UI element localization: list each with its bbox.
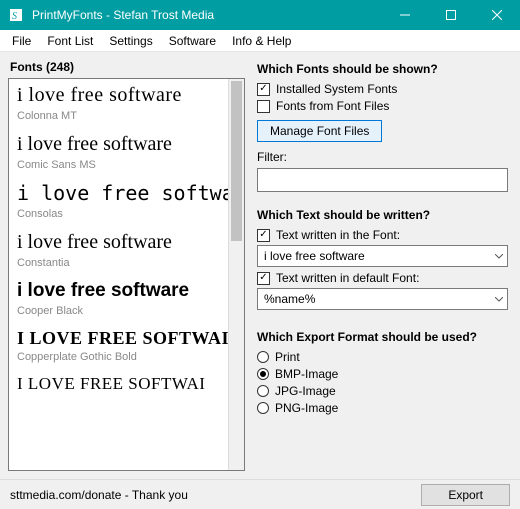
app-icon: S	[8, 7, 24, 23]
checkbox-text-in-font[interactable]	[257, 229, 270, 242]
font-sample-name: Colonna MT	[17, 110, 220, 122]
label-jpg: JPG-Image	[275, 384, 336, 398]
menu-file[interactable]: File	[4, 32, 39, 50]
font-sample-text: i love free software	[17, 279, 220, 303]
label-png: PNG-Image	[275, 401, 338, 415]
font-sample-name: Cooper Black	[17, 305, 220, 317]
font-sample-text: i love free softwar	[17, 181, 220, 206]
minimize-button[interactable]	[382, 0, 428, 30]
chevron-down-icon	[495, 292, 503, 306]
label-text-in-font: Text written in the Font:	[276, 228, 400, 242]
font-sample-block[interactable]: i love free software Constantia	[17, 230, 220, 269]
status-bar: sttmedia.com/donate - Thank you Export	[0, 479, 520, 509]
filter-label: Filter:	[257, 150, 508, 164]
font-sample-name: Constantia	[17, 257, 220, 269]
left-pane: Fonts (248) i love free software Colonna …	[0, 52, 245, 479]
menu-info[interactable]: Info & Help	[224, 32, 299, 50]
font-sample-block[interactable]: I LOVE FREE SOFTWAICopperplate Gothic Bo…	[17, 327, 220, 364]
combo-text-in-font[interactable]: i love free software	[257, 245, 508, 267]
menubar: File Font List Settings Software Info & …	[0, 30, 520, 52]
font-sample-block[interactable]: i love free software Cooper Black	[17, 279, 220, 317]
fonts-count-heading: Fonts (248)	[8, 60, 245, 74]
combo-text-default-font[interactable]: %name%	[257, 288, 508, 310]
font-sample-block[interactable]: I LOVE FREE SOFTWAI	[17, 373, 220, 394]
label-font-files: Fonts from Font Files	[276, 99, 389, 113]
font-sample-text: i love free software	[17, 83, 220, 108]
font-sample-name: Copperplate Gothic Bold	[17, 351, 220, 363]
font-sample-text: i love free software	[17, 230, 220, 255]
checkbox-installed-fonts[interactable]	[257, 83, 270, 96]
text-heading: Which Text should be written?	[257, 208, 508, 222]
font-sample-name: Comic Sans MS	[17, 159, 220, 171]
export-heading: Which Export Format should be used?	[257, 330, 508, 344]
font-sample-name: Consolas	[17, 208, 220, 220]
font-list[interactable]: i love free softwareColonna MTi love fre…	[8, 78, 245, 471]
font-sample-text: I LOVE FREE SOFTWAI	[17, 373, 220, 394]
combo-text-in-font-value: i love free software	[264, 249, 365, 263]
scrollbar-thumb[interactable]	[231, 81, 242, 241]
font-sample-text: i love free software	[17, 132, 220, 157]
radio-jpg[interactable]	[257, 385, 269, 397]
close-button[interactable]	[474, 0, 520, 30]
label-text-default-font: Text written in default Font:	[276, 271, 419, 285]
font-list-scrollbar[interactable]	[228, 79, 244, 470]
status-text: sttmedia.com/donate - Thank you	[10, 488, 188, 502]
label-installed-fonts: Installed System Fonts	[276, 82, 397, 96]
right-pane: Which Fonts should be shown? Installed S…	[245, 52, 520, 479]
label-bmp: BMP-Image	[275, 367, 338, 381]
font-sample-text: I LOVE FREE SOFTWAI	[17, 327, 220, 350]
font-sample-block[interactable]: i love free software Colonna MT	[17, 83, 220, 122]
checkbox-text-default-font[interactable]	[257, 272, 270, 285]
show-heading: Which Fonts should be shown?	[257, 62, 508, 76]
radio-bmp[interactable]	[257, 368, 269, 380]
titlebar: S PrintMyFonts - Stefan Trost Media	[0, 0, 520, 30]
combo-text-default-value: %name%	[264, 292, 315, 306]
font-sample-block[interactable]: i love free softwar Consolas	[17, 181, 220, 220]
label-print: Print	[275, 350, 300, 364]
filter-input[interactable]	[257, 168, 508, 192]
radio-print[interactable]	[257, 351, 269, 363]
export-button[interactable]: Export	[421, 484, 510, 506]
window-title: PrintMyFonts - Stefan Trost Media	[32, 8, 382, 22]
menu-software[interactable]: Software	[161, 32, 224, 50]
font-sample-block[interactable]: i love free software Comic Sans MS	[17, 132, 220, 171]
menu-settings[interactable]: Settings	[101, 32, 160, 50]
radio-png[interactable]	[257, 402, 269, 414]
maximize-button[interactable]	[428, 0, 474, 30]
svg-text:S: S	[12, 11, 17, 22]
checkbox-font-files[interactable]	[257, 100, 270, 113]
chevron-down-icon	[495, 249, 503, 263]
menu-fontlist[interactable]: Font List	[39, 32, 101, 50]
content-area: Fonts (248) i love free software Colonna …	[0, 52, 520, 479]
manage-font-files-button[interactable]: Manage Font Files	[257, 120, 382, 142]
